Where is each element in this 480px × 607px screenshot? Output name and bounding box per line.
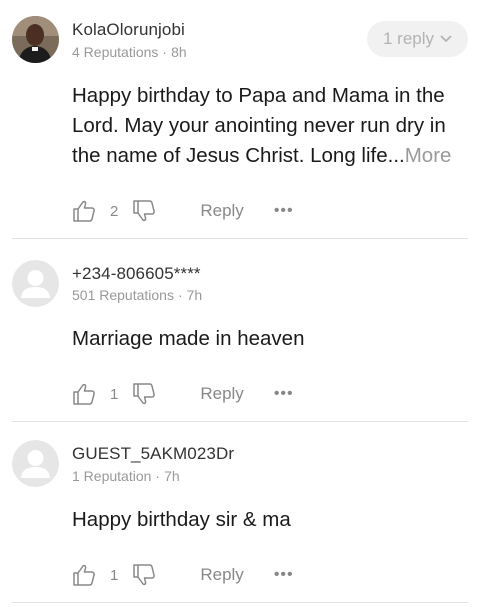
thumbs-down-icon[interactable] [132, 563, 156, 587]
comment-text: Happy birthday sir & ma [72, 508, 291, 531]
comment-time: 7h [164, 468, 180, 484]
more-options-icon[interactable]: ••• [274, 203, 294, 219]
reputation-count: 1 Reputation [72, 468, 152, 484]
avatar[interactable] [12, 16, 59, 63]
comment-meta: 501 Reputations · 7h [72, 287, 202, 303]
default-avatar-icon [12, 260, 59, 307]
meta-separator: · [155, 468, 161, 484]
thumbs-down-icon[interactable] [132, 199, 156, 223]
comment-divider [12, 238, 468, 239]
comment-meta: 1 Reputation · 7h [72, 468, 180, 484]
like-count: 2 [110, 202, 119, 220]
comment-username[interactable]: +234-806605**** [72, 264, 201, 284]
comment-actions: 2 Reply ••• [72, 199, 452, 223]
comment-actions: 1 Reply ••• [72, 382, 452, 406]
comment-text: Happy birthday to Papa and Mama in the L… [72, 81, 472, 171]
more-options-icon[interactable]: ••• [274, 386, 294, 402]
comment-meta: 4 Reputations · 8h [72, 44, 187, 60]
thumbs-down-icon[interactable] [132, 382, 156, 406]
comment-username[interactable]: GUEST_5AKM023Dr [72, 444, 234, 464]
comment-divider [12, 602, 468, 603]
default-avatar-icon [12, 440, 59, 487]
replies-toggle-button[interactable]: 1 reply [367, 21, 468, 57]
comment-divider [12, 421, 468, 422]
avatar[interactable] [12, 440, 59, 487]
more-options-icon[interactable]: ••• [274, 567, 294, 583]
comment-username[interactable]: KolaOlorunjobi [72, 20, 185, 40]
comment-actions: 1 Reply ••• [72, 563, 452, 587]
meta-separator: · [162, 44, 168, 60]
reputation-count: 501 Reputations [72, 287, 174, 303]
thumbs-up-icon[interactable] [72, 563, 96, 587]
like-count: 1 [110, 385, 119, 403]
avatar[interactable] [12, 260, 59, 307]
chevron-down-icon [440, 35, 452, 43]
meta-separator: · [177, 287, 183, 303]
reputation-count: 4 Reputations [72, 44, 159, 60]
reply-button[interactable]: Reply [200, 565, 243, 585]
reply-button[interactable]: Reply [200, 201, 243, 221]
thumbs-up-icon[interactable] [72, 382, 96, 406]
comment-text: Marriage made in heaven [72, 327, 305, 350]
reply-button[interactable]: Reply [200, 384, 243, 404]
replies-count: 1 reply [382, 29, 435, 48]
comment-time: 8h [171, 44, 187, 60]
more-link[interactable]: More [405, 144, 452, 167]
thumbs-up-icon[interactable] [72, 199, 96, 223]
comment-time: 7h [186, 287, 203, 303]
like-count: 1 [110, 566, 119, 584]
comment-text-content: Happy birthday to Papa and Mama in the L… [72, 84, 446, 167]
